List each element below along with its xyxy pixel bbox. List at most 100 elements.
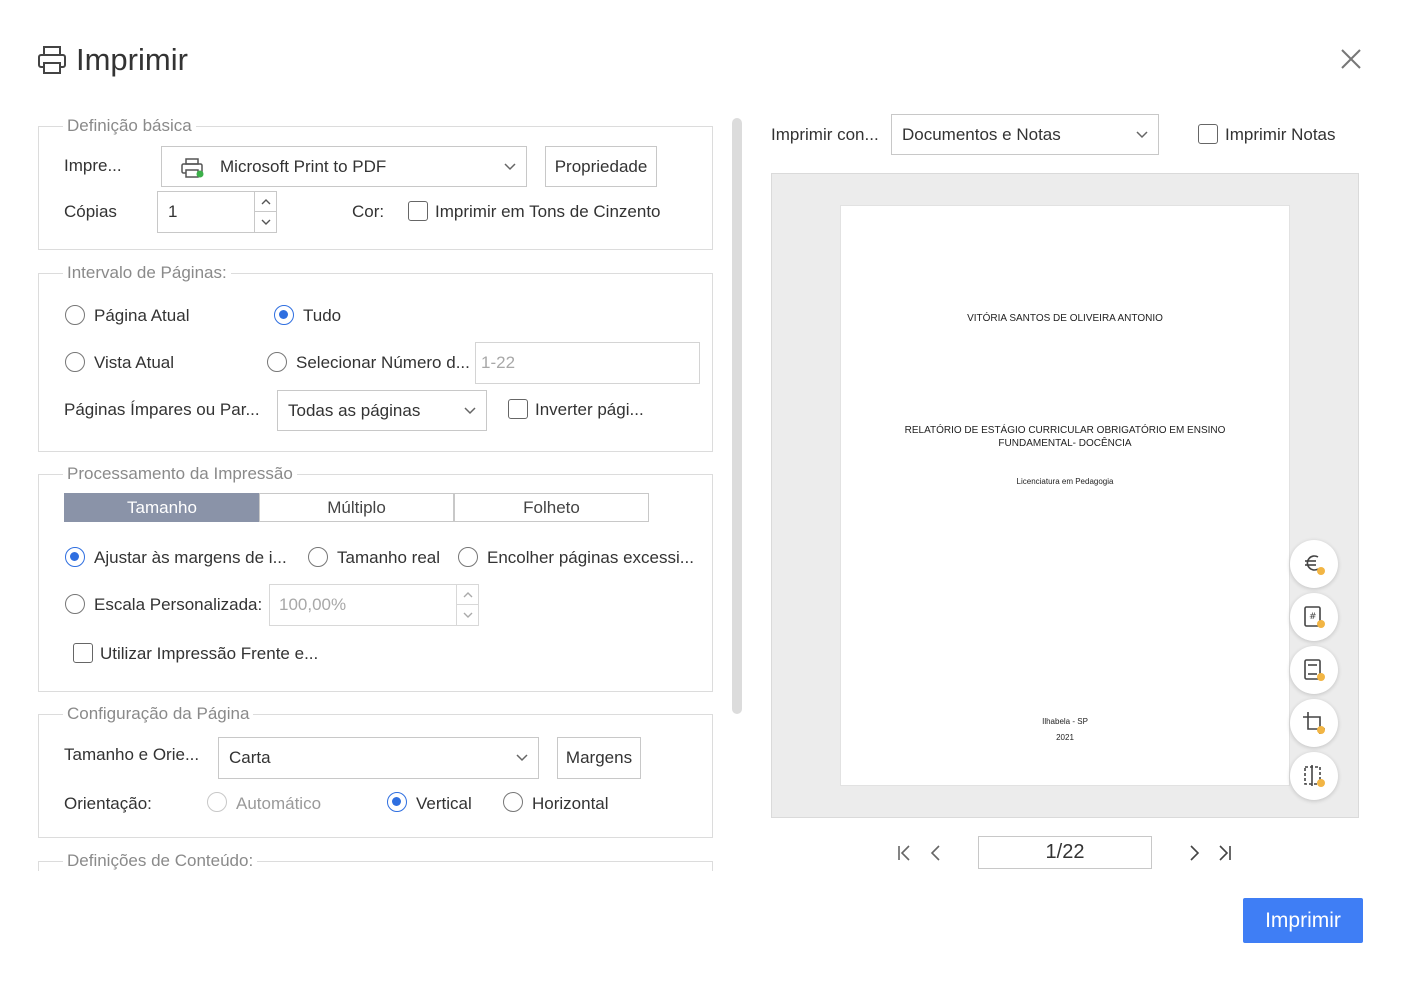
basic-settings-legend: Definição básica bbox=[63, 116, 196, 136]
chevron-up-icon bbox=[261, 198, 270, 204]
previous-page-icon[interactable] bbox=[926, 843, 946, 863]
dialog-title: Imprimir bbox=[76, 42, 188, 77]
page-numbers-input[interactable]: 1-22 bbox=[475, 342, 700, 384]
page-year: 2021 bbox=[1056, 733, 1074, 742]
print-with-value: Documentos e Notas bbox=[902, 124, 1061, 144]
chevron-up-icon bbox=[463, 591, 472, 597]
processing-legend: Processamento da Impressão bbox=[63, 464, 297, 484]
copies-increment[interactable] bbox=[254, 192, 276, 212]
custom-scale-label: Escala Personalizada: bbox=[94, 595, 263, 614]
tab-multiple[interactable]: Múltiplo bbox=[259, 493, 454, 522]
split-tool-button[interactable] bbox=[1290, 752, 1338, 800]
orientation-horizontal-radio[interactable] bbox=[503, 792, 523, 812]
printer-icon bbox=[38, 46, 66, 74]
print-notes-checkbox[interactable] bbox=[1198, 124, 1218, 144]
close-icon[interactable] bbox=[1338, 46, 1364, 72]
tab-booklet[interactable]: Folheto bbox=[454, 493, 649, 522]
split-icon bbox=[1304, 765, 1325, 787]
copies-label: Cópias bbox=[64, 202, 117, 221]
actual-size-label: Tamanho real bbox=[337, 548, 441, 567]
grayscale-label: Imprimir em Tons de Cinzento bbox=[435, 202, 661, 221]
page-setup-legend: Configuração da Página bbox=[63, 704, 254, 724]
properties-button[interactable]: Propriedade bbox=[545, 146, 657, 187]
orientation-auto-radio[interactable] bbox=[207, 792, 227, 812]
page-size-value: Carta bbox=[229, 748, 271, 767]
odd-even-select[interactable]: Todas as páginas bbox=[277, 390, 487, 431]
currency-tool-button[interactable] bbox=[1290, 540, 1338, 588]
scale-placeholder: 100,00% bbox=[279, 595, 347, 614]
scale-decrement[interactable] bbox=[456, 605, 478, 625]
current-view-label: Vista Atual bbox=[94, 353, 175, 372]
actual-size-radio[interactable] bbox=[308, 547, 328, 567]
printer-label: Impre... bbox=[64, 156, 122, 175]
fit-margins-radio[interactable] bbox=[65, 547, 85, 567]
next-page-icon[interactable] bbox=[1184, 843, 1204, 863]
select-pages-radio[interactable] bbox=[267, 352, 287, 372]
select-pages-label: Selecionar Número d... bbox=[296, 353, 470, 372]
duplex-checkbox[interactable] bbox=[73, 643, 93, 663]
print-button[interactable]: Imprimir bbox=[1243, 898, 1363, 943]
chevron-down-icon bbox=[261, 219, 270, 225]
odd-even-label: Páginas Ímpares ou Par... bbox=[64, 400, 260, 419]
chevron-down-icon bbox=[464, 406, 476, 414]
crop-icon bbox=[1303, 712, 1325, 734]
color-label: Cor: bbox=[352, 202, 385, 221]
currency-icon bbox=[1305, 555, 1325, 575]
page-indicator-input[interactable]: 1/22 bbox=[978, 836, 1152, 869]
orientation-auto-label: Automático bbox=[236, 794, 322, 813]
orientation-horizontal-label: Horizontal bbox=[532, 794, 609, 813]
margins-button[interactable]: Margens bbox=[557, 737, 641, 779]
shrink-pages-radio[interactable] bbox=[458, 547, 478, 567]
crop-tool-button[interactable] bbox=[1290, 699, 1338, 747]
page-number-tool-button[interactable]: # bbox=[1290, 593, 1338, 641]
reverse-pages-checkbox[interactable] bbox=[508, 399, 528, 419]
copies-decrement[interactable] bbox=[254, 212, 276, 232]
print-notes-label: Imprimir Notas bbox=[1225, 125, 1336, 144]
printer-select[interactable]: Microsoft Print to PDF bbox=[161, 146, 527, 187]
page-title-line-1: RELATÓRIO DE ESTÁGIO CURRICULAR OBRIGATÓ… bbox=[904, 425, 1226, 436]
current-page-label: Página Atual bbox=[94, 306, 190, 325]
page-city: Ilhabela - SP bbox=[1042, 717, 1088, 726]
all-pages-label: Tudo bbox=[303, 306, 342, 325]
custom-scale-radio[interactable] bbox=[65, 594, 85, 614]
header-footer-icon bbox=[1304, 659, 1325, 681]
tab-size[interactable]: Tamanho bbox=[64, 493, 260, 522]
shrink-pages-label: Encolher páginas excessi... bbox=[487, 548, 694, 567]
settings-scrollbar[interactable] bbox=[732, 118, 742, 714]
duplex-label: Utilizar Impressão Frente e... bbox=[100, 644, 319, 663]
page-range-legend: Intervalo de Páginas: bbox=[63, 263, 231, 283]
scale-increment[interactable] bbox=[456, 585, 478, 605]
scale-input[interactable]: 100,00% bbox=[269, 584, 479, 626]
chevron-down-icon bbox=[516, 754, 528, 762]
odd-even-value: Todas as páginas bbox=[288, 400, 421, 420]
page-size-select[interactable]: Carta bbox=[218, 737, 539, 779]
fit-margins-label: Ajustar às margens de i... bbox=[94, 548, 287, 567]
page-course: Licenciatura em Pedagogia bbox=[1016, 477, 1114, 486]
page-size-label: Tamanho e Orie... bbox=[64, 745, 200, 764]
orientation-vertical-radio[interactable] bbox=[387, 792, 407, 812]
orientation-vertical-label: Vertical bbox=[416, 794, 472, 813]
preview-page: VITÓRIA SANTOS DE OLIVEIRA ANTONIO RELAT… bbox=[840, 205, 1290, 786]
page-title-line-2: FUNDAMENTAL- DOCÊNCIA bbox=[998, 438, 1132, 449]
chevron-down-icon bbox=[1136, 130, 1148, 138]
chevron-down-icon bbox=[463, 612, 472, 618]
all-pages-radio[interactable] bbox=[274, 305, 294, 325]
last-page-icon[interactable] bbox=[1215, 843, 1235, 863]
content-settings-legend: Definições de Conteúdo: bbox=[63, 851, 258, 871]
page-numbers-placeholder: 1-22 bbox=[481, 353, 516, 372]
basic-settings-group bbox=[38, 126, 713, 250]
printer-device-icon bbox=[181, 158, 204, 178]
svg-text:#: # bbox=[1309, 612, 1317, 622]
reverse-pages-label: Inverter pági... bbox=[535, 400, 644, 419]
printer-value: Microsoft Print to PDF bbox=[220, 156, 387, 176]
header-footer-tool-button[interactable] bbox=[1290, 646, 1338, 694]
copies-stepper[interactable]: 1 bbox=[157, 191, 277, 233]
print-with-label: Imprimir con... bbox=[771, 125, 879, 144]
grayscale-checkbox[interactable] bbox=[408, 201, 428, 221]
current-page-radio[interactable] bbox=[65, 305, 85, 325]
current-view-radio[interactable] bbox=[65, 352, 85, 372]
print-with-select[interactable]: Documentos e Notas bbox=[891, 114, 1159, 155]
first-page-icon[interactable] bbox=[894, 843, 914, 863]
chevron-down-icon bbox=[504, 162, 516, 170]
copies-value: 1 bbox=[168, 202, 178, 221]
